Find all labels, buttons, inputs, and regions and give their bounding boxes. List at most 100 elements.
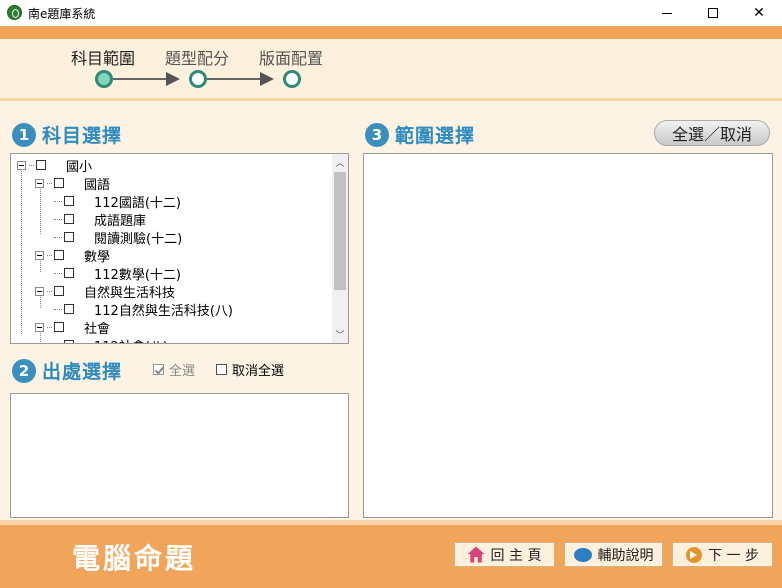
chat-bubble-icon xyxy=(573,547,592,562)
app-logo-icon xyxy=(7,5,22,20)
source-section-title: 出處選擇 xyxy=(42,361,123,383)
tree-item[interactable]: 自然與生活科技 xyxy=(35,282,176,301)
tree-scrollbar[interactable]: ︿ ﹀ xyxy=(332,154,348,343)
section-number-badge: 1 xyxy=(12,122,36,147)
help-button-label: 輔助說明 xyxy=(597,547,654,564)
tree-connector xyxy=(47,326,52,328)
tree-item-label: 112自然與生活科技(八) xyxy=(94,303,233,319)
window-title: 南e題庫系統 xyxy=(28,7,96,21)
arrow-right-icon xyxy=(686,546,703,563)
tree-connector xyxy=(47,254,52,256)
tree-item[interactable]: 閱讀測驗(十二) xyxy=(54,228,183,247)
section-number-badge: 3 xyxy=(365,122,389,147)
tree-item-label: 閱讀測驗(十二) xyxy=(94,231,183,247)
tree-item-checkbox[interactable] xyxy=(54,250,64,260)
tree-item-label: 112數學(十二) xyxy=(94,267,181,283)
scroll-down-icon[interactable]: ﹀ xyxy=(332,326,348,343)
tree-item-checkbox[interactable] xyxy=(64,214,74,224)
step-node-1 xyxy=(95,70,113,88)
header-accent-band xyxy=(0,26,782,39)
tree-guide-line xyxy=(40,186,41,234)
minimize-button[interactable] xyxy=(644,0,690,26)
close-button[interactable]: ✕ xyxy=(736,0,782,26)
tree-connector xyxy=(29,164,34,166)
range-select-all-toggle-button[interactable]: 全選／取消 xyxy=(654,120,770,146)
minimize-icon xyxy=(662,12,672,14)
tree-connector xyxy=(54,200,62,202)
help-button[interactable]: 輔助說明 xyxy=(564,542,663,567)
tree-item-label: 自然與生活科技 xyxy=(84,285,176,301)
step-label-question-types: 題型配分 xyxy=(165,49,230,68)
range-section-header: 3 範圍選擇 xyxy=(365,121,475,148)
tree-item-checkbox[interactable] xyxy=(64,268,74,278)
source-select-all-option[interactable]: 全選 xyxy=(153,360,195,379)
subject-tree: 國小國語 112國語(十二) 成語題庫閱讀測驗(十二) 數學 112數學(十二) 自然與生… xyxy=(11,154,333,343)
tree-item-checkbox[interactable] xyxy=(54,322,64,332)
tree-item[interactable]: 112自然與生活科技(八) xyxy=(54,300,233,319)
step-connector-1 xyxy=(113,78,167,80)
tree-collapse-icon[interactable] xyxy=(35,286,44,296)
scroll-thumb[interactable] xyxy=(334,172,346,290)
step-label-subject-range: 科目範圍 xyxy=(71,49,136,68)
tree-collapse-icon[interactable] xyxy=(35,178,44,188)
maximize-icon xyxy=(708,8,718,18)
step-label-layout: 版面配置 xyxy=(259,49,324,68)
tree-connector xyxy=(47,290,52,292)
subject-section-header: 1 科目選擇 xyxy=(12,121,122,148)
tree-item[interactable]: 國小 xyxy=(17,156,93,175)
tree-item[interactable]: 國語 xyxy=(35,174,111,193)
tree-item-checkbox[interactable] xyxy=(54,286,64,296)
next-step-label: 下 一 步 xyxy=(708,547,759,564)
step-arrow-1-icon xyxy=(166,72,180,86)
subject-section-title: 科目選擇 xyxy=(42,125,123,147)
tree-item[interactable]: 112數學(十二) xyxy=(54,264,181,283)
tree-item-label: 112國語(十二) xyxy=(94,195,181,211)
home-button-label: 回 主 頁 xyxy=(490,547,542,564)
tree-item[interactable]: 112國語(十二) xyxy=(54,192,181,211)
range-list-panel[interactable] xyxy=(363,153,773,518)
scroll-up-icon[interactable]: ︿ xyxy=(332,154,348,171)
tree-item-checkbox[interactable] xyxy=(64,340,74,343)
tree-collapse-icon[interactable] xyxy=(17,160,26,170)
select-all-checkbox[interactable] xyxy=(153,364,164,375)
step-connector-2 xyxy=(207,78,261,80)
source-deselect-all-option[interactable]: 取消全選 xyxy=(216,360,284,379)
tree-collapse-icon[interactable] xyxy=(35,322,44,332)
title-bar: 南e題庫系統 ✕ xyxy=(0,0,782,26)
home-button[interactable]: 回 主 頁 xyxy=(454,542,555,567)
source-list-panel[interactable] xyxy=(10,393,349,518)
tree-item-checkbox[interactable] xyxy=(64,196,74,206)
tree-item[interactable]: 112社會(八) xyxy=(54,336,168,343)
tree-item-checkbox[interactable] xyxy=(36,160,46,170)
tree-item-label: 國語 xyxy=(84,177,111,193)
select-all-label: 全選 xyxy=(169,364,196,379)
close-icon: ✕ xyxy=(753,5,765,21)
step-node-2 xyxy=(189,70,207,88)
next-step-button[interactable]: 下 一 步 xyxy=(672,542,773,567)
tree-item-label: 數學 xyxy=(84,249,111,265)
tree-item[interactable]: 社會 xyxy=(35,318,110,337)
tree-item-label: 112社會(八) xyxy=(94,336,168,344)
tree-guide-line xyxy=(21,168,22,334)
deselect-all-label: 取消全選 xyxy=(232,364,285,379)
home-icon xyxy=(467,546,485,563)
tree-item-label: 國小 xyxy=(66,159,93,175)
tree-item[interactable]: 數學 xyxy=(35,246,111,265)
tree-connector xyxy=(54,272,62,274)
maximize-button[interactable] xyxy=(690,0,736,26)
subject-tree-panel: 國小國語 112國語(十二) 成語題庫閱讀測驗(十二) 數學 112數學(十二) 自然與生… xyxy=(10,153,349,344)
tree-item-checkbox[interactable] xyxy=(54,178,64,188)
tree-item-label: 成語題庫 xyxy=(94,213,147,229)
source-section-header: 2 出處選擇 xyxy=(12,357,122,384)
deselect-all-checkbox[interactable] xyxy=(216,364,227,375)
tree-item-checkbox[interactable] xyxy=(64,304,74,314)
tree-item-checkbox[interactable] xyxy=(64,232,74,242)
tree-connector xyxy=(54,236,62,238)
step-progress: 科目範圍 題型配分 版面配置 xyxy=(0,39,782,101)
step-node-3 xyxy=(283,70,301,88)
range-section-title: 範圍選擇 xyxy=(395,125,476,147)
tree-item[interactable]: 成語題庫 xyxy=(54,210,147,229)
tree-collapse-icon[interactable] xyxy=(35,250,44,260)
tree-connector xyxy=(54,308,62,310)
footer-title: 電腦命題 xyxy=(72,542,197,575)
